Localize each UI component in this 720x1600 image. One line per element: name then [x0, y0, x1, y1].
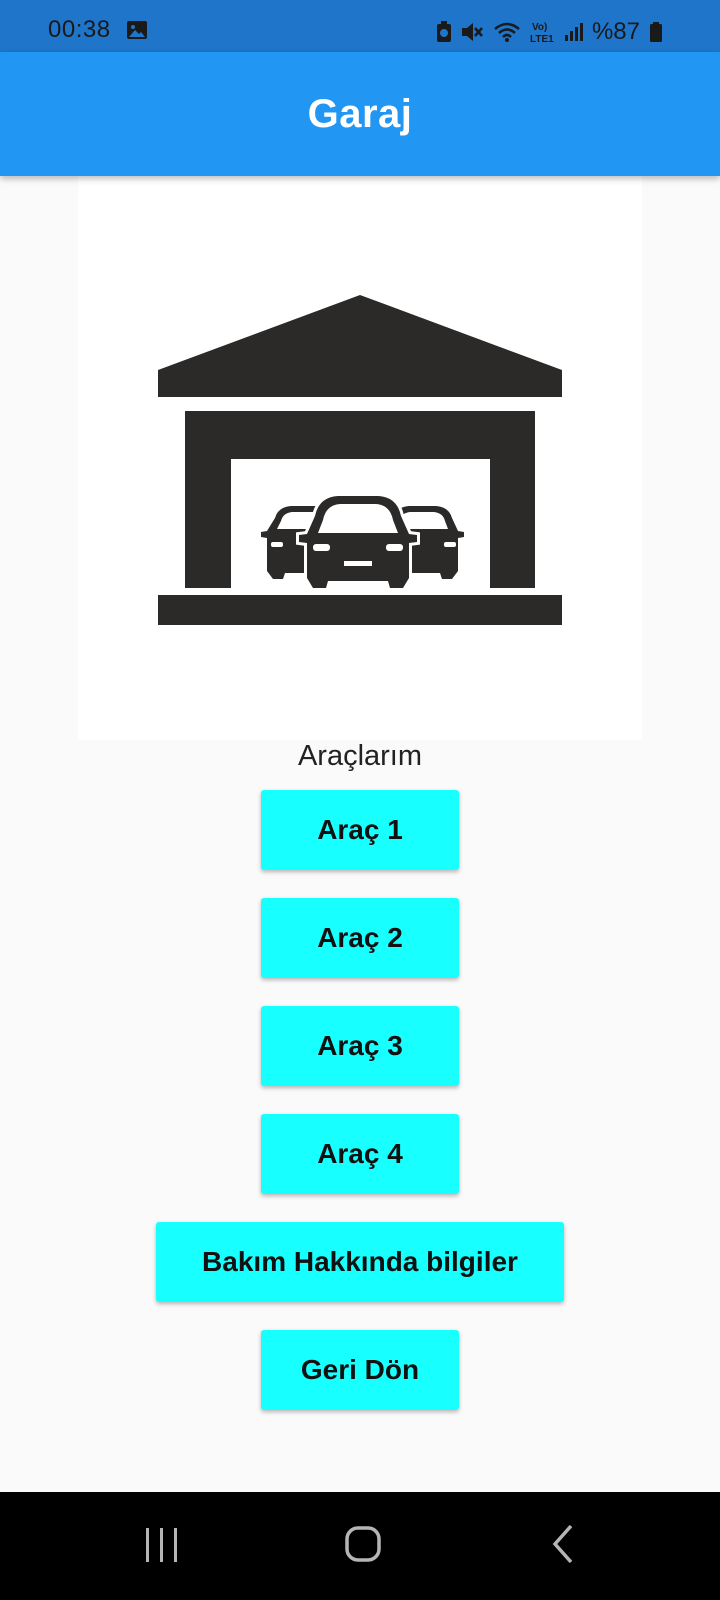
svg-text:Vo): Vo): [532, 22, 547, 33]
svg-text:LTE1: LTE1: [530, 34, 554, 44]
battery-saver-icon: [436, 21, 451, 42]
vehicle-1-button[interactable]: Araç 1: [261, 790, 459, 870]
gallery-icon: [127, 21, 147, 39]
garage-image: [78, 176, 642, 740]
signal-icon: [564, 23, 583, 41]
status-bar: 00:38 Vo) LTE1 %87: [0, 0, 720, 52]
page-title: Garaj: [307, 91, 413, 136]
mute-icon: [461, 23, 483, 41]
recents-icon[interactable]: [132, 1516, 192, 1576]
status-time: 00:38: [48, 16, 111, 43]
status-icons: Vo) LTE1 %87: [436, 18, 662, 46]
battery-icon: [650, 22, 662, 42]
wifi-icon: [494, 22, 520, 42]
vehicle-4-button[interactable]: Araç 4: [261, 1114, 459, 1194]
vehicle-2-button[interactable]: Araç 2: [261, 898, 459, 978]
app-bar: Garaj: [0, 52, 720, 176]
section-label-my-vehicles: Araçlarım: [297, 740, 423, 772]
system-nav-bar: [0, 1492, 720, 1600]
volte-icon: Vo) LTE1: [530, 22, 554, 44]
garage-with-cars-icon: [158, 295, 562, 625]
go-back-button[interactable]: Geri Dön: [261, 1330, 459, 1410]
maintenance-info-button[interactable]: Bakım Hakkında bilgiler: [156, 1222, 564, 1302]
battery-percentage: %87: [591, 18, 640, 45]
vehicle-3-button[interactable]: Araç 3: [261, 1006, 459, 1086]
back-icon[interactable]: [535, 1516, 595, 1576]
home-icon[interactable]: [333, 1516, 393, 1576]
